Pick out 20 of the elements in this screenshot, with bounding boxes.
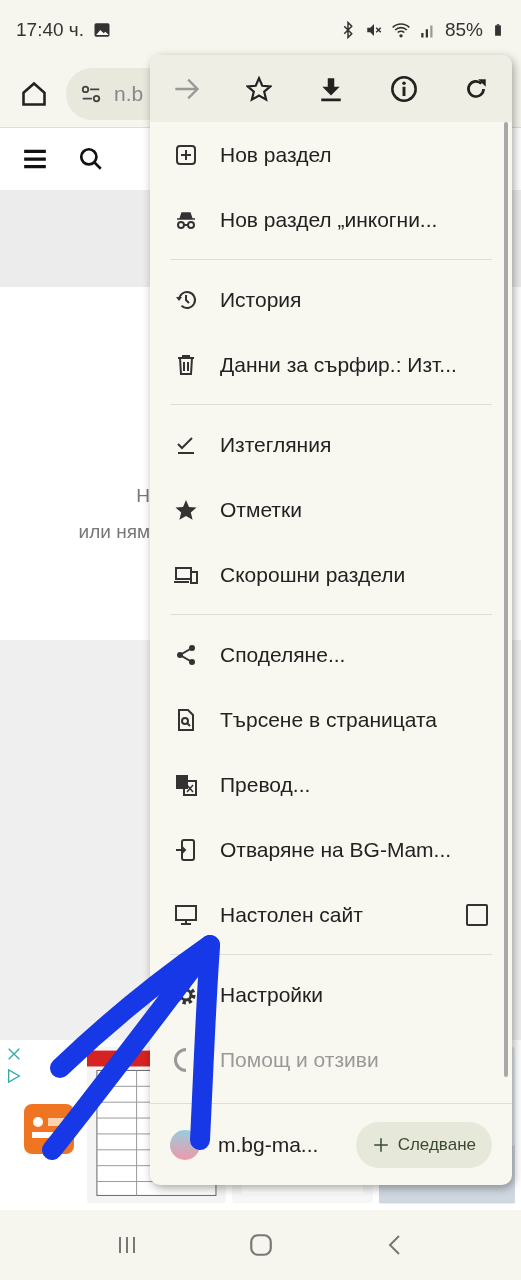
- menu-item[interactable]: Отваряне на BG-Mam...: [220, 837, 452, 861]
- battery-level: 85%: [444, 19, 483, 41]
- menu-item[interactable]: Скорошни раздели: [220, 562, 406, 586]
- menu-item[interactable]: Нов раздел „инкогни...: [220, 207, 438, 231]
- menu-item[interactable]: Настолен сайт: [220, 902, 363, 926]
- menu-item[interactable]: История: [220, 287, 302, 311]
- menu-item[interactable]: Данни за сърфир.: Изт...: [220, 352, 457, 376]
- site-name: m.bg-ma...: [218, 1133, 320, 1157]
- menu-item[interactable]: Настройки: [220, 982, 323, 1006]
- menu-item[interactable]: Отметки: [220, 497, 302, 521]
- url-text: n.b: [114, 81, 144, 106]
- clock: 17:40 ч.: [16, 19, 84, 41]
- menu-item[interactable]: Търсене в страницата: [220, 707, 438, 731]
- page-text: или ням: [78, 520, 150, 543]
- menu-item[interactable]: Изтегляния: [220, 432, 332, 456]
- menu-item[interactable]: Превод...: [220, 772, 311, 796]
- follow-button[interactable]: Следване: [355, 1122, 492, 1168]
- menu-item[interactable]: Споделяне...: [220, 642, 346, 666]
- menu-item[interactable]: Нов раздел: [220, 142, 332, 166]
- page-text: Н: [136, 484, 150, 507]
